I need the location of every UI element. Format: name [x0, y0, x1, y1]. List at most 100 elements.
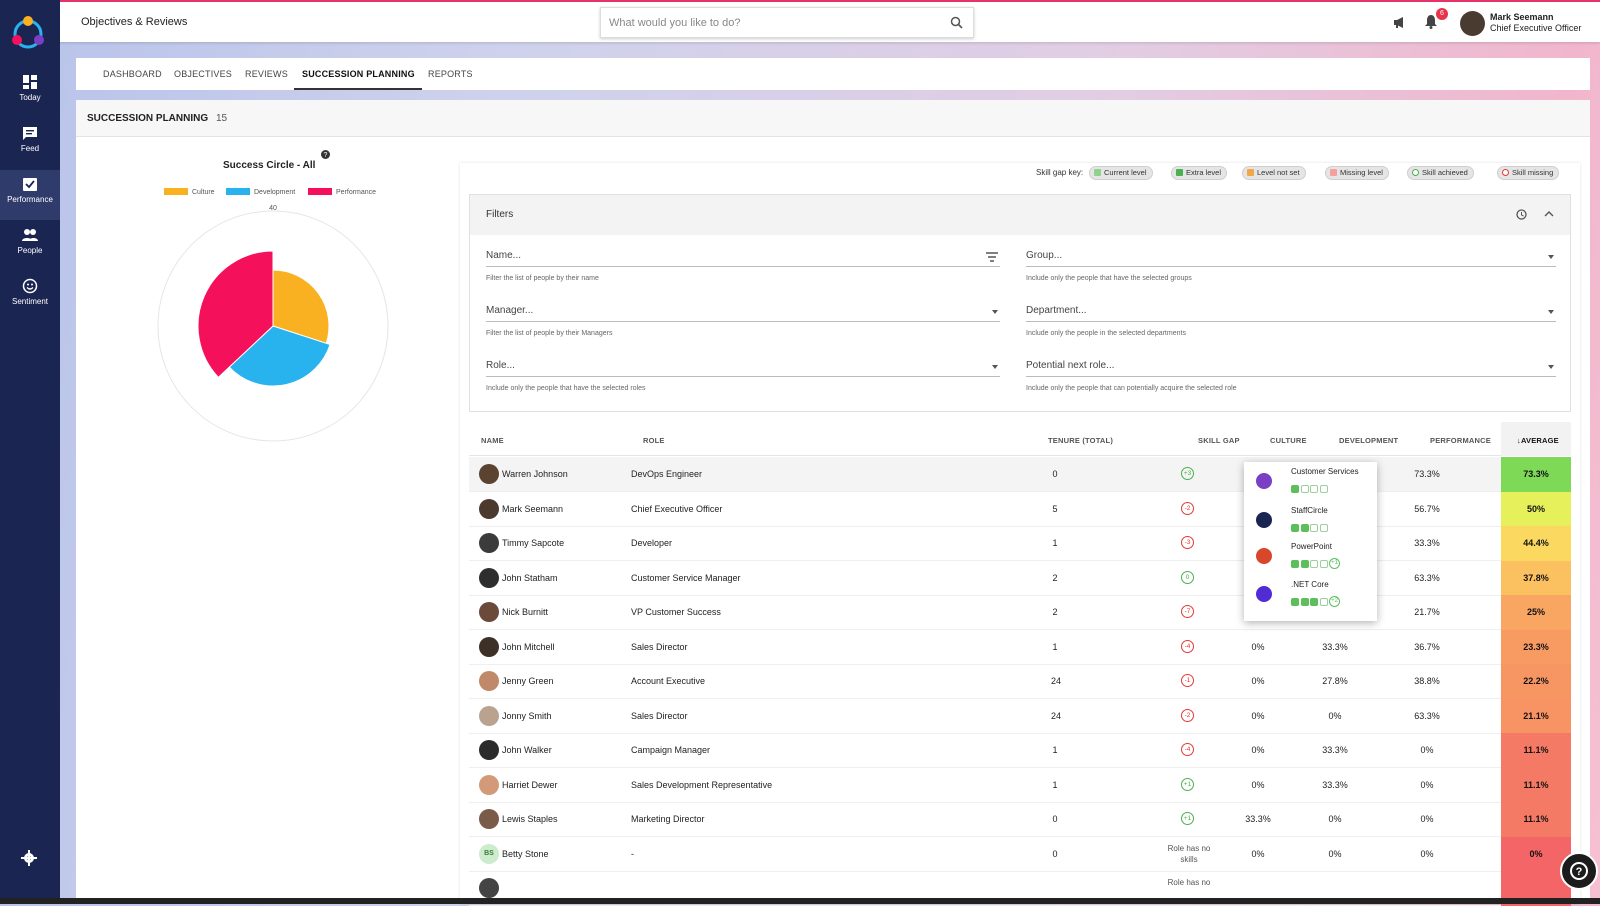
svg-text:?: ? — [1576, 866, 1583, 878]
tab-succession-planning[interactable]: SUCCESSION PLANNING — [302, 69, 415, 79]
reset-icon[interactable] — [1515, 208, 1528, 221]
chevron-up-icon[interactable] — [1544, 210, 1554, 218]
search-icon[interactable] — [950, 16, 963, 29]
tab-objectives[interactable]: OBJECTIVES — [174, 69, 232, 79]
table-row[interactable]: Warren Johnson DevOps Engineer 0 +3 73.3% 73.… — [469, 457, 1571, 492]
skill-name: Customer Services — [1291, 467, 1359, 476]
sidebar: Today Feed Performance People Sentiment — [0, 0, 60, 904]
skill-gap-badge[interactable]: -3 — [1181, 536, 1194, 549]
help-button[interactable]: ? — [1560, 852, 1598, 890]
development-score: 0% — [1328, 814, 1342, 824]
skill-gap-badge[interactable]: -2 — [1181, 501, 1194, 515]
col-skill-gap[interactable]: SKILL GAP — [1198, 436, 1240, 445]
skill-name: StaffCircle — [1291, 506, 1328, 515]
person-name[interactable]: John Walker — [502, 745, 552, 755]
person-name[interactable]: John Statham — [502, 573, 558, 583]
col-role[interactable]: ROLE — [643, 436, 665, 445]
tab-reports[interactable]: REPORTS — [428, 69, 473, 79]
search-input[interactable]: What would you like to do? — [600, 7, 974, 38]
manager-filter-hint: Filter the list of people by their Manag… — [486, 330, 613, 337]
skill-gap-badge[interactable]: +1 — [1181, 777, 1194, 791]
sidebar-item-today[interactable]: Today — [0, 68, 60, 118]
table-row[interactable]: Jonny Smith Sales Director 24 -2 0% 0% 63.3% 21… — [469, 698, 1571, 734]
name-filter-hint: Filter the list of people by their name — [486, 275, 599, 282]
person-name[interactable]: Nick Burnitt — [502, 607, 548, 617]
tab-dashboard[interactable]: DASHBOARD — [103, 69, 162, 79]
person-name[interactable]: Jonny Smith — [502, 711, 552, 721]
table-row[interactable]: Mark Seemann Chief Executive Officer 5 -2 56… — [469, 491, 1571, 527]
col-performance[interactable]: PERFORMANCE — [1430, 436, 1491, 445]
level-dot-empty — [1310, 559, 1318, 568]
performance-score: 56.7% — [1414, 503, 1440, 514]
table-row[interactable]: Timmy Sapcote Developer 1 -3 33.3% 44.4% — [469, 526, 1571, 561]
skill-gap-text: Role has no — [1167, 878, 1211, 887]
sidebar-item-feed[interactable]: Feed — [0, 119, 60, 169]
skill-gap-badge[interactable]: -7 — [1181, 605, 1194, 618]
sidebar-item-people[interactable]: People — [0, 221, 60, 271]
name-filter-input[interactable]: Name... — [486, 247, 1000, 267]
person-name[interactable]: Timmy Sapcote — [502, 538, 564, 548]
sidebar-item-performance[interactable]: Performance — [0, 170, 60, 220]
person-name[interactable]: Jenny Green — [502, 676, 554, 686]
skill-gap-badge[interactable]: -2 — [1181, 708, 1194, 722]
table-row[interactable]: Lewis Staples Marketing Director 0 +1 33.3% 0… — [469, 802, 1571, 837]
table-row[interactable]: Jenny Green Account Executive 24 -1 0% 27.8% 3… — [469, 664, 1571, 699]
skill-gap-badge[interactable]: +1 — [1181, 812, 1194, 825]
avatar — [479, 878, 499, 898]
sidebar-item-sentiment[interactable]: Sentiment — [0, 272, 60, 322]
person-name[interactable]: Betty Stone — [502, 849, 549, 859]
table-row[interactable]: John Mitchell Sales Director 1 -4 0% 33.3% 36.… — [469, 629, 1571, 665]
megaphone-icon[interactable] — [1393, 16, 1407, 29]
table-row[interactable]: John Statham Customer Service Manager 2 0 63… — [469, 560, 1571, 596]
average-score: 21.1% — [1501, 698, 1571, 734]
next-role-filter-select[interactable]: Potential next role... — [1026, 357, 1556, 377]
filter-icon[interactable] — [986, 252, 998, 262]
person-name[interactable]: Harriet Dewer — [502, 780, 558, 790]
page-title: SUCCESSION PLANNING — [87, 113, 209, 124]
person-name[interactable]: Warren Johnson — [502, 469, 568, 479]
tab-reviews[interactable]: REVIEWS — [245, 69, 288, 79]
avatar[interactable] — [1460, 11, 1485, 36]
person-role: VP Customer Success — [631, 607, 721, 617]
table-row[interactable]: Nick Burnitt VP Customer Success 2 -7 21.7% 2… — [469, 595, 1571, 630]
person-name[interactable]: Mark Seemann — [502, 504, 563, 514]
skill-gap-badge[interactable]: -4 — [1181, 743, 1194, 756]
person-tenure: 2 — [1052, 572, 1058, 583]
gear-icon[interactable] — [21, 850, 37, 866]
development-score: 0% — [1328, 710, 1342, 721]
skill-gap-badge[interactable]: -1 — [1181, 674, 1194, 687]
key-missing-level: Missing level — [1325, 166, 1389, 180]
person-name[interactable]: Lewis Staples — [502, 814, 558, 824]
skill-gap-badge[interactable]: -4 — [1181, 639, 1194, 653]
col-development[interactable]: DEVELOPMENT — [1339, 436, 1398, 445]
table-row[interactable]: John Walker Campaign Manager 1 -4 0% 33.3% 0% 1… — [469, 733, 1571, 768]
avatar: BS — [479, 843, 499, 864]
level-dot-empty — [1319, 559, 1328, 568]
table-row[interactable]: Harriet Dewer Sales Development Represent… — [469, 767, 1571, 803]
col-average[interactable]: ↓AVERAGE — [1517, 436, 1559, 445]
performance-score: 0% — [1420, 814, 1434, 824]
col-culture[interactable]: CULTURE — [1270, 436, 1307, 445]
person-name[interactable]: John Mitchell — [502, 642, 555, 652]
top-bar: Objectives & Reviews What would you like… — [0, 0, 1600, 42]
active-tab-indicator — [294, 88, 422, 90]
skill-gap-badge[interactable]: 0 — [1181, 570, 1194, 584]
dropdown-arrow-icon — [992, 365, 998, 369]
level-dot-filled — [1291, 597, 1299, 606]
next-role-filter-hint: Include only the people that can potenti… — [1026, 385, 1237, 392]
avatar — [479, 740, 499, 760]
level-dot-empty — [1319, 597, 1328, 606]
app-logo[interactable] — [8, 12, 48, 52]
table-row[interactable]: BS Betty Stone -0 Role has no skills 0% 0% 0% 0… — [469, 836, 1571, 872]
col-tenure[interactable]: TENURE (TOTAL) — [1048, 436, 1113, 445]
manager-filter-select[interactable]: Manager... — [486, 302, 1000, 322]
department-filter-select[interactable]: Department... — [1026, 302, 1556, 322]
role-filter-select[interactable]: Role... — [486, 357, 1000, 377]
col-name[interactable]: NAME — [481, 436, 504, 445]
filters-header[interactable]: Filters — [470, 195, 1570, 235]
skill-gap-badge[interactable]: +3 — [1181, 467, 1194, 480]
help-icon[interactable]: ? — [321, 150, 330, 159]
user-role: Chief Executive Officer — [1490, 23, 1582, 33]
svg-text:?: ? — [324, 152, 328, 159]
group-filter-select[interactable]: Group... — [1026, 247, 1556, 267]
